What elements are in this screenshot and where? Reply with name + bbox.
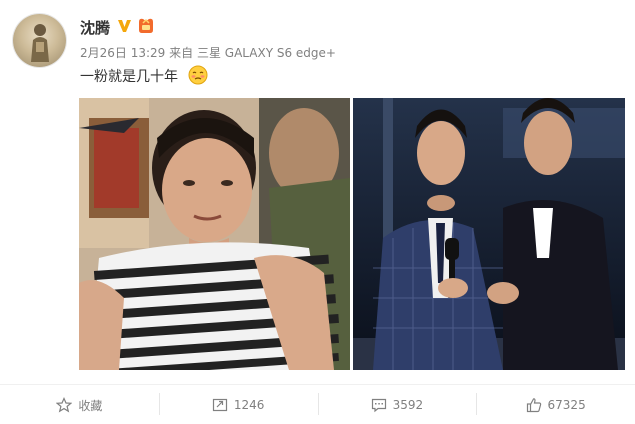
member-badge-icon[interactable] [136, 17, 156, 34]
thumbs-up-icon [526, 398, 541, 413]
post-date[interactable]: 2月26日 13:29 [80, 46, 165, 60]
repost-button[interactable]: 1246 [158, 386, 318, 424]
avatar-icon [31, 24, 49, 62]
repost-count: 1246 [233, 398, 265, 412]
post-text: 一粉就是几十年 [80, 69, 178, 85]
avatar[interactable] [13, 14, 66, 67]
divider [0, 384, 635, 385]
favorite-label: 收藏 [78, 398, 103, 413]
like-count: 67325 [547, 398, 586, 412]
image-boy-striped-shirt [79, 98, 350, 370]
comment-button[interactable]: 3592 [317, 386, 477, 424]
post-meta: 2月26日 13:29 来自 三星 GALAXY S6 edge+ [80, 44, 336, 61]
post-image-2[interactable] [353, 98, 625, 370]
weibo-post: 沈腾 2月26日 13:29 来自 三星 GALAXY S6 edge+ 一粉就… [0, 0, 635, 424]
comment-icon [371, 398, 386, 413]
repost-icon [212, 398, 227, 412]
favorite-button[interactable]: 收藏 [0, 386, 159, 424]
source-prefix: 来自 [169, 46, 194, 60]
post-image-1[interactable] [79, 98, 350, 370]
username[interactable]: 沈腾 [80, 17, 110, 38]
star-icon [56, 397, 73, 413]
post-source[interactable]: 三星 GALAXY S6 edge+ [197, 46, 336, 60]
verified-v-icon[interactable] [117, 18, 132, 33]
like-button[interactable]: 67325 [476, 386, 635, 424]
action-bar: 收藏 1246 3592 67325 [0, 386, 635, 424]
image-two-men-on-stage [353, 98, 625, 370]
shy-face-emoji-icon [188, 65, 208, 85]
comment-count: 3592 [392, 398, 424, 412]
